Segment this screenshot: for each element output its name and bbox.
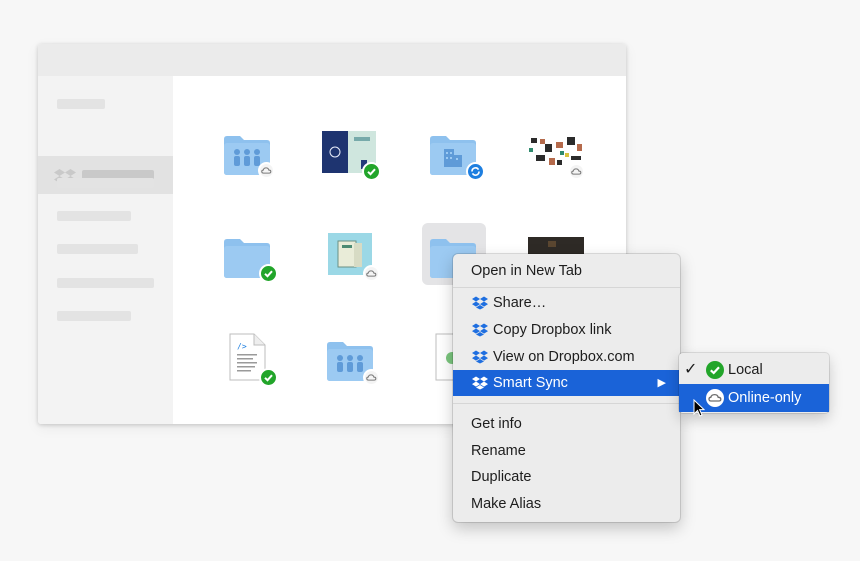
dropbox-icon	[472, 296, 488, 310]
menu-separator	[453, 403, 680, 404]
file-tile-image-1[interactable]	[318, 128, 381, 184]
sidebar-item-5[interactable]	[57, 278, 154, 288]
menu-item-label: Rename	[471, 443, 526, 459]
syncing-badge	[466, 162, 485, 181]
sidebar-item-6[interactable]	[57, 311, 131, 321]
menu-item-label: Duplicate	[471, 469, 532, 485]
menu-item-label: Copy Dropbox link	[493, 322, 612, 338]
image-thumbnail	[528, 237, 584, 255]
submenu-item-label: Online-only	[728, 390, 802, 406]
file-tile-folder[interactable]	[220, 231, 280, 287]
submenu-item-local[interactable]: ✓ Local	[679, 356, 829, 384]
file-tile-image-2[interactable]	[524, 128, 585, 184]
file-tile-shared-folder-2[interactable]	[323, 334, 383, 390]
menu-item-make-alias[interactable]: Make Alias	[453, 491, 680, 517]
menu-separator	[453, 287, 680, 288]
online-only-badge	[258, 162, 275, 179]
menu-item-label: Open in New Tab	[471, 263, 582, 279]
submenu-item-label: Local	[728, 362, 763, 378]
svg-text:/>: />	[237, 342, 247, 351]
menu-item-copy-dropbox-link[interactable]: Copy Dropbox link	[453, 317, 680, 343]
dropbox-icon	[472, 323, 488, 337]
menu-item-label: Smart Sync	[493, 375, 568, 391]
dropbox-icon	[472, 350, 488, 364]
sidebar-item-3[interactable]	[57, 211, 131, 221]
mouse-cursor-icon	[693, 399, 705, 417]
menu-item-label: View on Dropbox.com	[493, 349, 635, 365]
local-badge	[259, 264, 278, 283]
context-menu: Open in New Tab Share… Copy Dropbox link…	[453, 254, 680, 522]
local-badge	[362, 162, 381, 181]
menu-item-smart-sync[interactable]: Smart Sync ▶	[453, 370, 680, 396]
menu-item-label: Share…	[493, 295, 547, 311]
menu-item-rename[interactable]: Rename	[453, 438, 680, 464]
local-badge	[259, 368, 278, 387]
checkmark-icon: ✓	[684, 361, 698, 378]
file-tile-code-file[interactable]: />	[222, 332, 282, 388]
submenu-arrow-icon: ▶	[657, 377, 666, 389]
menu-item-duplicate[interactable]: Duplicate	[453, 464, 680, 490]
sidebar	[38, 76, 173, 424]
menu-item-open-new-tab[interactable]: Open in New Tab	[453, 258, 680, 284]
sidebar-item-1[interactable]	[57, 99, 105, 109]
sidebar-item-2[interactable]	[57, 178, 154, 188]
online-only-badge	[363, 265, 380, 282]
menu-item-label: Make Alias	[471, 496, 542, 512]
dropbox-icon	[472, 376, 488, 390]
menu-item-label: Get info	[471, 416, 522, 432]
file-tile-building-folder[interactable]	[426, 128, 486, 184]
online-only-badge	[568, 163, 585, 180]
file-tile-shared-folder[interactable]	[220, 128, 280, 184]
menu-item-share[interactable]: Share…	[453, 290, 680, 316]
menu-item-get-info[interactable]: Get info	[453, 411, 680, 437]
sidebar-item-4[interactable]	[57, 244, 138, 254]
window-titlebar[interactable]	[38, 44, 626, 76]
menu-item-view-on-dropbox[interactable]: View on Dropbox.com	[453, 344, 680, 370]
cloud-icon	[706, 389, 724, 407]
local-status-icon	[706, 361, 724, 379]
online-only-badge	[363, 369, 380, 386]
file-tile-image-3[interactable]	[322, 228, 382, 284]
sidebar-item-dropbox[interactable]	[38, 156, 173, 194]
